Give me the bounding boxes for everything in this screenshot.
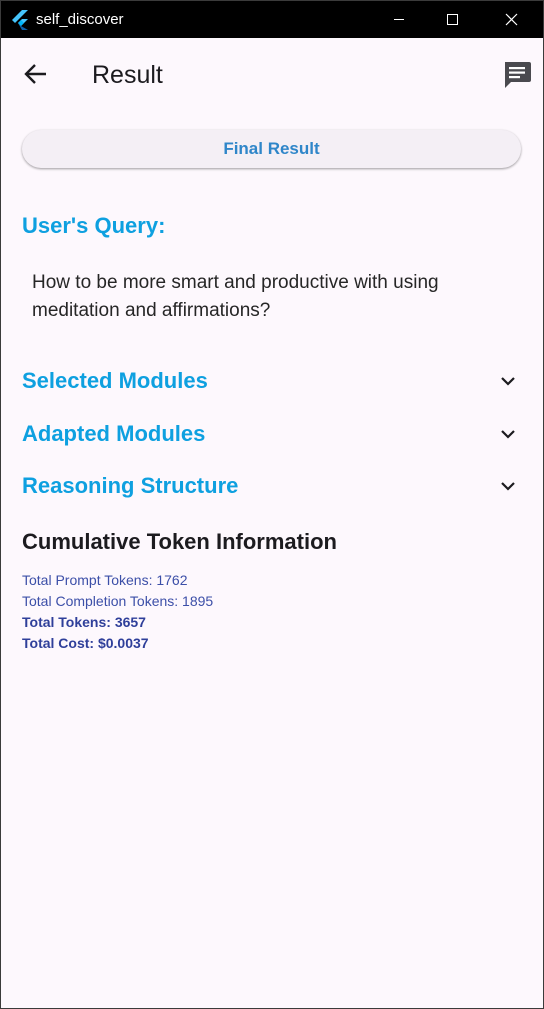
app-window: self_discover Result Final Result User's… — [0, 0, 544, 1009]
query-heading: User's Query: — [22, 213, 166, 238]
flutter-logo-icon — [11, 10, 29, 30]
reasoning-structure-label: Reasoning Structure — [22, 473, 239, 498]
adapted-modules-expander[interactable]: Adapted Modules — [1, 412, 543, 456]
selected-modules-expander[interactable]: Selected Modules — [1, 359, 543, 403]
page-title: Result — [92, 61, 163, 89]
reasoning-structure-expander[interactable]: Reasoning Structure — [1, 464, 543, 508]
token-info-title: Cumulative Token Information — [22, 529, 337, 554]
maximize-button[interactable] — [426, 1, 484, 38]
chat-icon — [505, 62, 531, 88]
close-button[interactable] — [485, 1, 543, 38]
arrow-back-icon — [24, 64, 46, 84]
total-cost-text: Total Cost: $0.0037 — [22, 635, 149, 651]
window-titlebar[interactable]: self_discover — [1, 1, 543, 38]
close-icon — [505, 13, 518, 26]
chevron-down-icon — [501, 377, 515, 386]
query-text: How to be more smart and productive with… — [32, 272, 439, 321]
selected-modules-label: Selected Modules — [22, 368, 208, 393]
adapted-modules-label: Adapted Modules — [22, 421, 206, 446]
completion-tokens-text: Total Completion Tokens: 1895 — [22, 593, 214, 609]
back-button[interactable] — [17, 54, 57, 94]
window-title: self_discover — [36, 11, 124, 28]
final-result-button[interactable]: Final Result — [22, 130, 521, 168]
minimize-button[interactable] — [370, 1, 428, 38]
app-bar: Result — [1, 38, 543, 113]
total-tokens-text: Total Tokens: 3657 — [22, 614, 146, 630]
prompt-tokens-text: Total Prompt Tokens: 1762 — [22, 572, 188, 588]
chat-button[interactable] — [497, 56, 537, 96]
maximize-icon — [447, 14, 458, 25]
chevron-down-icon — [501, 482, 515, 491]
chevron-down-icon — [501, 430, 515, 439]
minimize-icon — [394, 19, 404, 20]
